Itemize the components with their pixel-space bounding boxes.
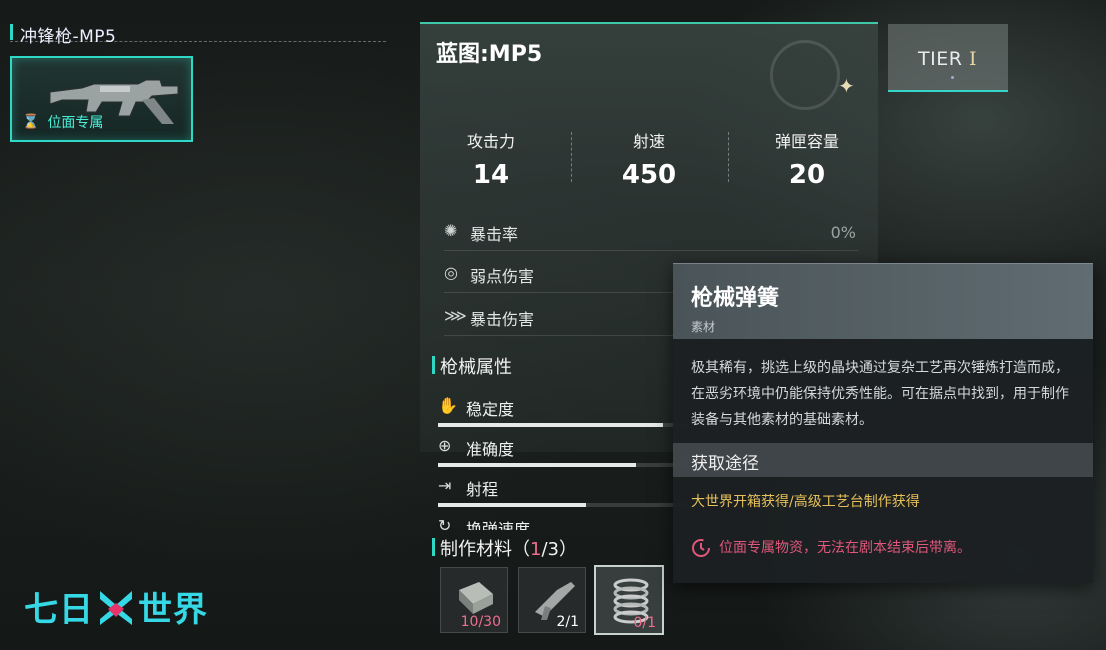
- substat-crit-rate: ✺ 暴击率 0%: [444, 211, 858, 251]
- stat-label: 弹匣容量: [774, 132, 839, 151]
- hourglass-icon: ⌛: [22, 114, 40, 130]
- grip-icon: ✋: [438, 396, 458, 415]
- stat-value: 14: [472, 160, 510, 190]
- attr-fill: [438, 423, 663, 427]
- material-slot-gun-part[interactable]: 2/1: [518, 567, 586, 633]
- attr-track: [438, 503, 688, 507]
- logo-mark-icon: [100, 590, 132, 625]
- material-slot-metal-plate[interactable]: 10/30: [440, 567, 508, 633]
- tooltip-item-type: 素材: [691, 320, 716, 334]
- tier-indicator-dot: [951, 76, 954, 79]
- section-accent-bar: [432, 356, 435, 374]
- tier-text: TIER I: [918, 48, 977, 70]
- attr-stability: ✋ 稳定度: [438, 396, 688, 436]
- logo-text-right: 世界: [138, 590, 208, 630]
- blueprint-title: 蓝图:MP5: [436, 42, 543, 67]
- crosshair-icon: ⊕: [438, 436, 452, 455]
- tier-label: TIER: [918, 48, 963, 70]
- tier-rank: I: [968, 48, 977, 70]
- attr-range: ⇥ 射程: [438, 476, 688, 516]
- claw-icon: ⋙: [444, 306, 467, 325]
- category-title: 冲锋枪-MP5: [20, 27, 117, 47]
- tooltip-source-text: 大世界开箱获得/高级工艺台制作获得: [691, 494, 920, 510]
- material-tooltip: 枪械弹簧 素材 极其稀有，挑选上级的晶块通过复杂工艺再次锤炼打造而成，在恶劣环境…: [673, 263, 1093, 583]
- stat-divider: [728, 132, 729, 182]
- attr-track: [438, 423, 688, 427]
- reload-icon: ↻: [438, 516, 452, 530]
- material-count: 10/30: [460, 614, 501, 630]
- stat-value: 450: [621, 160, 677, 190]
- section-title: 枪械属性: [440, 357, 512, 378]
- attr-accuracy: ⊕ 准确度: [438, 436, 688, 476]
- substat-label: 暴击伤害: [470, 310, 535, 329]
- stat-value: 20: [788, 160, 826, 190]
- target-weak-icon: ◎: [444, 263, 458, 282]
- attr-reload: ↻ 换弹速度: [438, 516, 688, 530]
- attr-track: [438, 463, 688, 467]
- attr-label: 准确度: [466, 440, 515, 459]
- tooltip-warning: 位面专属物资，无法在剧本结束后带离。: [691, 537, 971, 557]
- materials-title-text: 制作材料（: [440, 539, 530, 560]
- tooltip-item-name: 枪械弹簧: [691, 286, 780, 311]
- material-count: 0/1: [633, 615, 656, 631]
- stat-label: 射速: [632, 132, 665, 151]
- tooltip-source-header: 获取途径: [673, 443, 1093, 477]
- attr-label: 换弹速度: [466, 520, 531, 530]
- stat-label: 攻击力: [466, 132, 515, 151]
- attr-label: 稳定度: [466, 400, 515, 419]
- attr-label: 射程: [466, 480, 499, 499]
- faction-emblem-icon: [770, 40, 840, 110]
- section-accent-bar: [432, 538, 435, 556]
- blueprint-item-card[interactable]: ⌛ 位面专属: [10, 56, 193, 142]
- stat-attack: 攻击力 14: [416, 128, 566, 190]
- tooltip-description: 极其稀有，挑选上级的晶块通过复杂工艺再次锤炼打造而成，在恶劣环境中仍能保持优秀性…: [691, 360, 1069, 428]
- stat-magazine: 弹匣容量 20: [732, 128, 882, 190]
- attr-fill: [438, 463, 636, 467]
- tooltip-header: 枪械弹簧 素材: [673, 263, 1093, 339]
- logo-text-left: 七日: [24, 590, 94, 630]
- material-slot-spring[interactable]: 0/1: [594, 565, 664, 635]
- plane-exclusive-tag: ⌛ 位面专属: [22, 112, 103, 132]
- category-header: 冲锋枪-MP5: [10, 22, 386, 47]
- substat-value: 0%: [830, 223, 856, 242]
- materials-title: 制作材料（1/3）: [440, 535, 577, 561]
- burst-icon: ✺: [444, 221, 458, 240]
- substat-label: 弱点伤害: [470, 267, 535, 286]
- materials-done-count: 1: [530, 539, 542, 560]
- game-logo: 七日 世界: [24, 582, 208, 631]
- timer-warning-icon: [692, 539, 710, 557]
- materials-total-count: /3）: [541, 539, 577, 560]
- tooltip-source-title: 获取途径: [691, 454, 759, 474]
- plane-exclusive-label: 位面专属: [47, 115, 104, 131]
- material-count: 2/1: [556, 614, 579, 630]
- attr-fill: [438, 503, 586, 507]
- substat-label: 暴击率: [470, 225, 519, 244]
- stat-divider: [571, 132, 572, 182]
- tier-tab[interactable]: TIER I: [888, 24, 1008, 92]
- stat-fire-rate: 射速 450: [574, 128, 724, 190]
- range-icon: ⇥: [438, 476, 452, 495]
- tooltip-warning-text: 位面专属物资，无法在剧本结束后带离。: [719, 540, 971, 556]
- sparkle-icon: ✦: [838, 74, 855, 98]
- category-accent-bar: [10, 24, 13, 40]
